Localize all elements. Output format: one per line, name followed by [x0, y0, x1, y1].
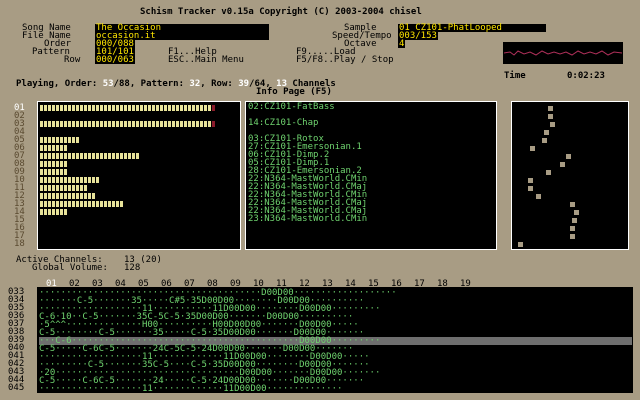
note-position-marker — [528, 178, 533, 183]
global-volume-label: Global Volume: — [32, 263, 108, 273]
status-row-label: , Row: — [200, 79, 239, 89]
volume-bar — [40, 153, 140, 159]
note-position-marker — [570, 226, 575, 231]
volume-bar — [40, 121, 216, 127]
sample-list-item: 02:CZ101-FatBass — [248, 102, 335, 112]
row-label: Row — [64, 55, 81, 65]
note-position-marker — [548, 114, 553, 119]
volume-bar — [40, 145, 68, 151]
volume-panel — [37, 101, 241, 250]
note-position-marker — [570, 202, 575, 207]
global-volume-value: 128 — [124, 263, 141, 273]
status-playing: Playing, Order: — [16, 79, 103, 89]
sample-list-item: 14:CZ101-Chap — [248, 118, 319, 128]
volume-bar — [40, 137, 80, 143]
main-menu-key-hint: ESC..Main Menu — [168, 55, 244, 65]
note-position-marker — [574, 210, 579, 215]
pattern-row[interactable]: ···················11·············11D00D… — [39, 385, 632, 394]
status-pattern-label: , Pattern: — [129, 79, 190, 89]
pattern-editor[interactable]: ········································… — [37, 287, 633, 394]
note-position-marker — [572, 218, 577, 223]
channel-number-list: 01 02 03 04 05 06 07 08 09 10 11 12 13 14 15 16 17 18 — [14, 104, 25, 249]
volume-bar — [40, 161, 68, 167]
note-position-marker — [530, 146, 535, 151]
channel-number[interactable]: 18 — [14, 240, 25, 249]
volume-bar — [40, 185, 88, 191]
sample-list-item: 23:N364-MastWorld.CMin — [248, 214, 368, 224]
waveform-icon — [503, 50, 623, 56]
note-position-marker — [570, 234, 575, 239]
note-position-marker — [566, 154, 571, 159]
volume-bar — [40, 201, 124, 207]
note-position-marker — [560, 162, 565, 167]
pattern-row-number: 045 — [8, 383, 25, 393]
time-value: 0:02:23 — [567, 71, 605, 81]
note-position-marker — [518, 242, 523, 247]
note-position-marker — [542, 138, 547, 143]
volume-bar — [40, 177, 100, 183]
sample-list-panel: 02:CZ101-FatBass 14:CZ101-Chap 03:CZ101-… — [245, 101, 497, 250]
note-position-marker — [528, 186, 533, 191]
status-line: Playing, Order: 53/88, Pattern: 32, Row:… — [16, 72, 336, 89]
note-position-marker — [546, 170, 551, 175]
status-pattern-current: 32 — [189, 79, 201, 89]
volume-bar — [40, 105, 216, 111]
octave-label: Octave — [344, 39, 377, 49]
oscilloscope — [503, 42, 623, 64]
note-position-marker — [548, 106, 553, 111]
octave-field[interactable]: 4 — [398, 40, 406, 49]
status-row-current: 39 — [238, 79, 250, 89]
note-position-marker — [550, 122, 555, 127]
info-page-title: Info Page (F5) — [256, 87, 332, 97]
note-position-marker — [544, 130, 549, 135]
row-field[interactable]: 000/063 — [95, 56, 135, 65]
volume-bar — [40, 193, 96, 199]
volume-bar — [40, 209, 68, 215]
time-label: Time — [504, 71, 526, 81]
app-title: Schism Tracker v0.15a Copyright (C) 2003… — [140, 7, 422, 17]
note-position-marker — [536, 194, 541, 199]
play-stop-key-hint: F5/F8..Play / Stop — [296, 55, 394, 65]
status-order-current: 53 — [102, 79, 114, 89]
status-order-total: /88 — [113, 79, 130, 89]
note-position-panel — [511, 101, 629, 250]
pattern-row-numbers: 033 034 035 036 037 038 039 040 041 042 043 044 045 — [8, 288, 25, 393]
sample-list: 02:CZ101-FatBass 14:CZ101-Chap 03:CZ101-… — [248, 102, 368, 224]
volume-bar — [40, 169, 68, 175]
